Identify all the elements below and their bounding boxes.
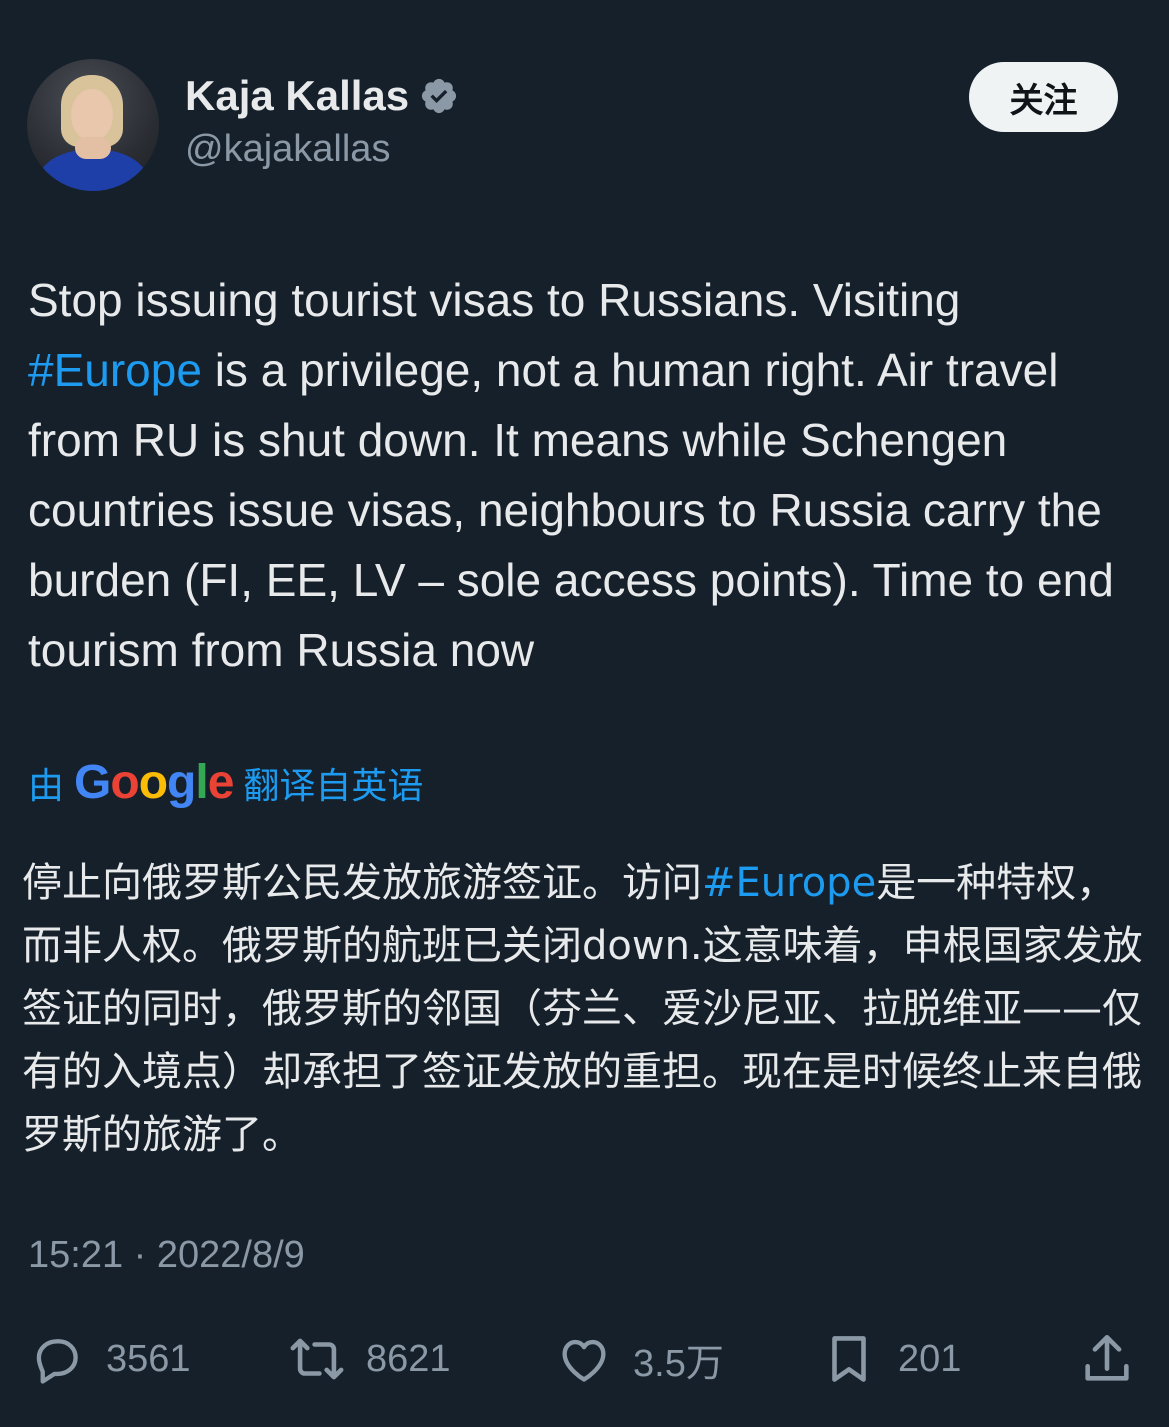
- retweet-icon: [290, 1338, 344, 1380]
- like-button[interactable]: 3.5万: [555, 1330, 724, 1388]
- translation-prefix: 由: [28, 765, 65, 807]
- author-handle[interactable]: @kajakallas: [185, 128, 390, 171]
- translated-hashtag-link[interactable]: #Europe: [702, 860, 876, 906]
- like-count: 3.5万: [633, 1342, 724, 1385]
- retweet-button[interactable]: 8621: [288, 1330, 451, 1388]
- google-logo: Google: [74, 756, 234, 809]
- translation-attribution[interactable]: 由 Google 翻译自英语: [28, 755, 423, 810]
- tweet-text: Stop issuing tourist visas to Russians. …: [28, 265, 1143, 685]
- share-icon: [1085, 1334, 1129, 1381]
- avatar[interactable]: [27, 59, 159, 191]
- translation-suffix: 翻译自英语: [243, 765, 424, 807]
- retweet-count: 8621: [366, 1337, 451, 1380]
- hashtag-link[interactable]: #Europe: [28, 344, 202, 396]
- bookmark-count: 201: [898, 1337, 962, 1380]
- heart-icon: [562, 1339, 606, 1382]
- bookmark-icon: [832, 1336, 866, 1382]
- translated-text: 停止向俄罗斯公民发放旅游签证。访问#Europe是一种特权，而非人权。俄罗斯的航…: [22, 852, 1147, 1167]
- reply-icon: [36, 1339, 78, 1384]
- bookmark-button[interactable]: 201: [820, 1330, 961, 1388]
- author-name-row[interactable]: Kaja Kallas: [185, 72, 459, 120]
- follow-button[interactable]: 关注: [969, 62, 1118, 132]
- action-bar: 3561 8621 3.5万 201: [28, 1330, 1143, 1390]
- verified-badge-icon: [422, 78, 457, 114]
- timestamp[interactable]: 15:21 · 2022/8/9: [28, 1234, 305, 1277]
- reply-button[interactable]: 3561: [28, 1330, 191, 1388]
- author-name[interactable]: Kaja Kallas: [185, 72, 409, 120]
- translated-text-part: 停止向俄罗斯公民发放旅游签证。访问: [22, 860, 702, 906]
- reply-count: 3561: [106, 1337, 191, 1380]
- tweet-text-part: Stop issuing tourist visas to Russians. …: [28, 274, 961, 326]
- share-button[interactable]: [1078, 1330, 1136, 1388]
